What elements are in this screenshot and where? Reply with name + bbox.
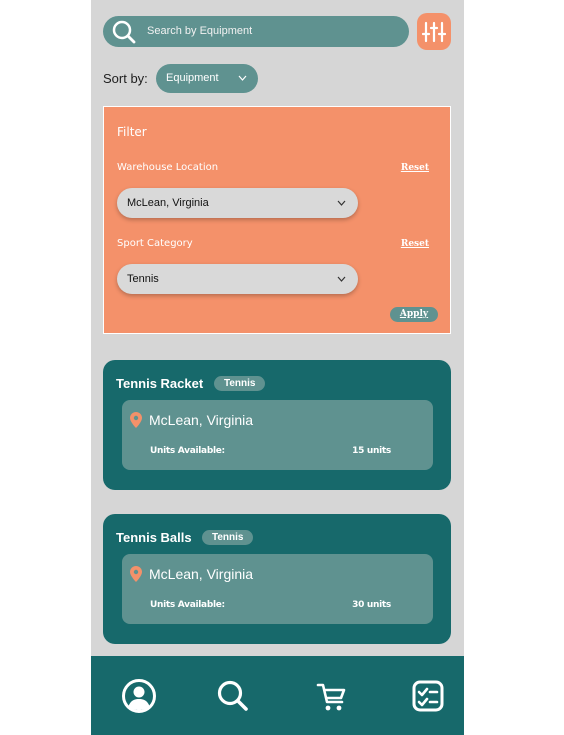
bottom-navigation [91, 656, 464, 735]
category-dropdown[interactable]: Tennis [117, 264, 358, 294]
checklist-icon [412, 680, 444, 712]
filter-panel: Filter Warehouse Location Reset McLean, … [103, 106, 451, 334]
nav-checklist[interactable] [410, 678, 446, 714]
location-box: McLean, Virginia Units Available: 30 uni… [122, 554, 433, 624]
filter-toggle-button[interactable] [417, 13, 451, 50]
nav-search[interactable] [215, 678, 251, 714]
location-text: McLean, Virginia [149, 412, 254, 428]
nav-profile[interactable] [121, 678, 157, 714]
app-screen: Search by Equipment Sort by: Equipment F… [91, 0, 464, 735]
category-badge: Tennis [214, 376, 266, 391]
units-label: Units Available: [150, 446, 225, 456]
units-label: Units Available: [150, 600, 225, 610]
category-badge: Tennis [202, 530, 254, 545]
chevron-down-icon [337, 276, 346, 282]
filter-title: Filter [117, 125, 147, 139]
location-dropdown[interactable]: McLean, Virginia [117, 188, 358, 218]
location-reset-link[interactable]: Reset [401, 163, 429, 173]
equipment-name: Tennis Balls [116, 530, 192, 545]
location-value: McLean, Virginia [127, 197, 209, 209]
search-bar[interactable]: Search by Equipment [103, 16, 409, 47]
chevron-down-icon [337, 200, 346, 206]
search-icon [217, 680, 248, 711]
location-label: Warehouse Location [117, 162, 219, 173]
sort-dropdown[interactable]: Equipment [156, 64, 258, 93]
equipment-card[interactable]: Tennis Balls Tennis McLean, Virginia Uni… [103, 514, 451, 644]
location-pin-icon [130, 566, 142, 582]
apply-button[interactable]: Apply [390, 307, 438, 322]
location-pin-icon [130, 412, 142, 428]
sort-value: Equipment [166, 72, 219, 84]
sliders-icon [422, 21, 446, 43]
location-text: McLean, Virginia [149, 566, 254, 582]
sort-label: Sort by: [103, 71, 148, 86]
nav-cart[interactable] [313, 678, 349, 714]
units-value: 15 units [352, 446, 391, 456]
search-input[interactable]: Search by Equipment [147, 25, 252, 37]
profile-icon [122, 679, 156, 713]
category-label: Sport Category [117, 238, 193, 249]
cart-icon [316, 683, 346, 711]
category-reset-link[interactable]: Reset [401, 239, 429, 249]
search-icon [112, 20, 136, 44]
equipment-name: Tennis Racket [116, 376, 204, 391]
location-box: McLean, Virginia Units Available: 15 uni… [122, 400, 433, 470]
equipment-card[interactable]: Tennis Racket Tennis McLean, Virginia Un… [103, 360, 451, 490]
chevron-down-icon [238, 75, 247, 81]
units-value: 30 units [352, 600, 391, 610]
category-value: Tennis [127, 273, 159, 285]
